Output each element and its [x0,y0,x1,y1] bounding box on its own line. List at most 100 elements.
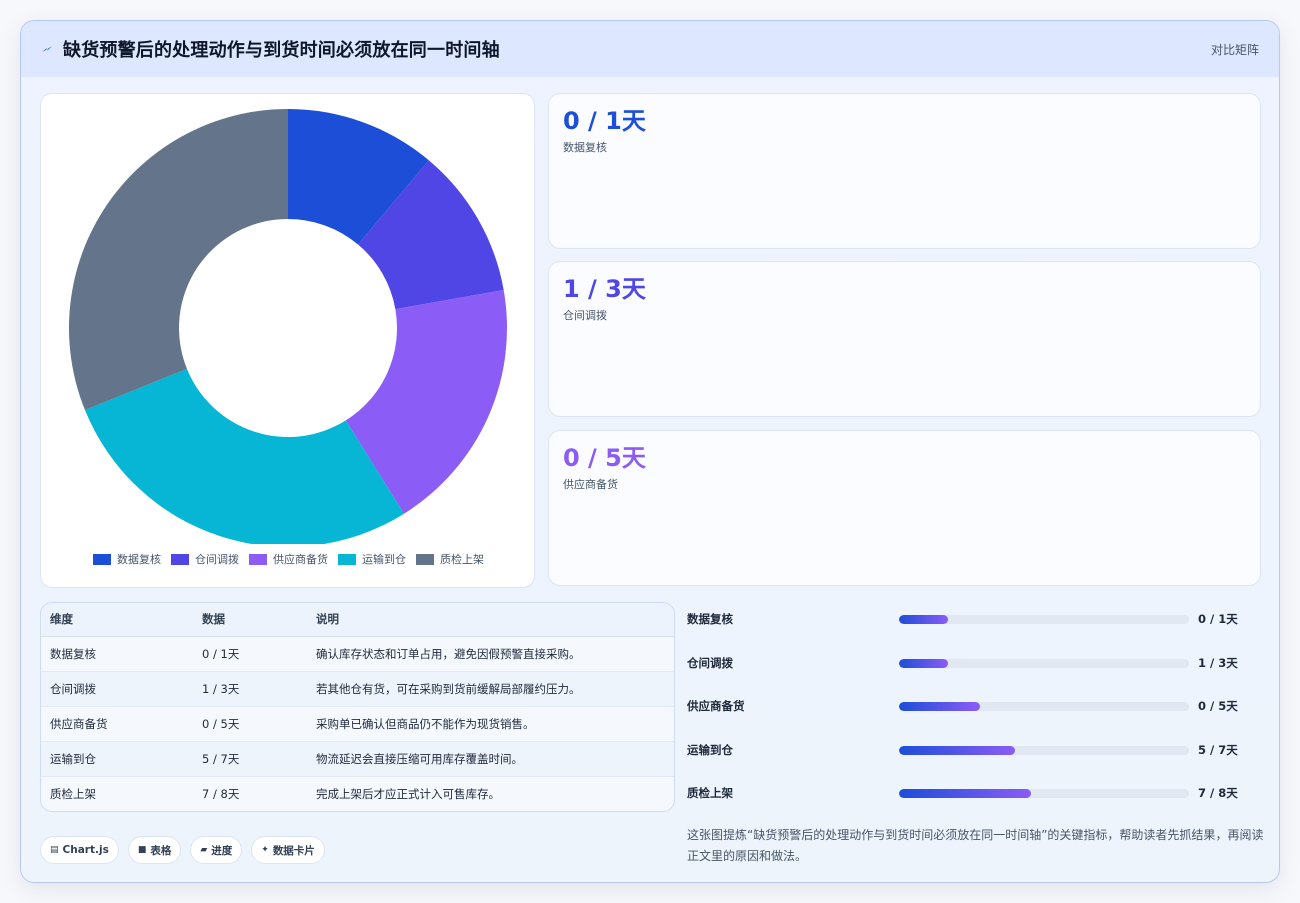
table-cell: 完成上架后才应正式计入可售库存。 [307,776,674,811]
table-cell: 0 / 1天 [193,636,307,672]
table-cell: 若其他仓有货，可在采购到货前缓解局部履约压力。 [307,671,674,707]
legend-item[interactable]: 仓间调拨 [171,551,239,567]
chart-legend: 数据复核 仓间调拨 供应商备货 运输到仓 质检上架 [41,551,536,567]
legend-swatch [416,553,434,565]
progress-fill [899,701,981,711]
progress-track [899,745,1189,755]
column-header-data: 数据 [193,603,307,637]
progress-row: 数据复核 0 / 1天 [687,609,1267,629]
legend-item[interactable]: 运输到仓 [338,551,406,567]
table-cell: 确认库存状态和订单占用，避免因假预警直接采购。 [307,636,674,672]
progress-fill [899,614,949,624]
progress-track [899,701,1189,711]
tag-chips: ▤ Chart.js ■ 表格 ▰ 进度 ✦ 数据卡片 [40,836,325,864]
chip-label: 表格 [150,844,172,857]
table-row: 运输到仓 5 / 7天 物流延迟会直接压缩可用库存覆盖时间。 [41,741,674,777]
table-cell: 仓间调拨 [41,671,193,707]
sparkle-icon: ✦ [261,845,269,855]
progress-value: 7 / 8天 [1198,786,1238,800]
progress-fill [899,745,1015,755]
compare-matrix-link[interactable]: 对比矩阵 [1211,41,1259,58]
card-header: 缺货预警后的处理动作与到货时间必须放在同一时间轴 对比矩阵 [21,21,1279,77]
legend-item[interactable]: 供应商备货 [249,551,328,567]
legend-swatch [171,553,189,565]
chip-data-cards[interactable]: ✦ 数据卡片 [251,836,325,864]
stat-card-data-review: 0 / 1天 数据复核 [548,93,1261,249]
donut-chart-panel: 数据复核 仓间调拨 供应商备货 运输到仓 质检上架 [40,93,535,588]
chart-icon: ▤ [50,845,59,855]
column-header-dimension: 维度 [41,603,193,637]
legend-swatch [93,553,111,565]
progress-value: 1 / 3天 [1198,656,1238,670]
progress-value: 5 / 7天 [1198,743,1238,757]
table-row: 仓间调拨 1 / 3天 若其他仓有货，可在采购到货前缓解局部履约压力。 [41,671,674,707]
page-title: 缺货预警后的处理动作与到货时间必须放在同一时间轴 [63,40,500,61]
progress-value: 0 / 5天 [1198,699,1238,713]
legend-swatch [249,553,267,565]
table-icon: ■ [137,845,147,855]
progress-fill [899,788,1031,798]
table-row: 数据复核 0 / 1天 确认库存状态和订单占用，避免因假预警直接采购。 [41,636,674,672]
table-cell: 采购单已确认但商品仍不能作为现货销售。 [307,706,674,742]
progress-row: 运输到仓 5 / 7天 [687,740,1267,760]
progress-label: 质检上架 [687,786,733,800]
legend-label: 仓间调拨 [195,553,239,566]
donut-slice-4[interactable] [84,368,405,544]
table-cell: 供应商备货 [41,706,193,742]
column-header-description: 说明 [307,603,674,637]
progress-track [899,614,1189,624]
stat-label: 仓间调拨 [563,309,607,322]
chip-label: Chart.js [62,844,109,856]
table-cell: 0 / 5天 [193,706,307,742]
table-cell: 质检上架 [41,776,193,811]
comparison-table: 维度 数据 说明 数据复核 0 / 1天 确认库存状态和订单占用，避免因假预警直… [40,602,675,812]
header-title-group: 缺货预警后的处理动作与到货时间必须放在同一时间轴 [41,36,500,62]
chip-chartjs[interactable]: ▤ Chart.js [40,836,119,864]
legend-swatch [338,553,356,565]
progress-label: 运输到仓 [687,743,733,757]
chip-progress[interactable]: ▰ 进度 [190,836,243,864]
table-cell: 物流延迟会直接压缩可用库存覆盖时间。 [307,741,674,777]
stat-card-warehouse-transfer: 1 / 3天 仓间调拨 [548,261,1261,417]
summary-note: 这张图提炼“缺货预警后的处理动作与到货时间必须放在同一时间轴”的关键指标，帮助读… [687,828,1264,863]
progress-track [899,788,1189,798]
stat-label: 数据复核 [563,141,607,154]
table-cell: 数据复核 [41,636,193,672]
table-row: 供应商备货 0 / 5天 采购单已确认但商品仍不能作为现货销售。 [41,706,674,742]
stat-value: 1 / 3天 [563,275,646,303]
progress-label: 供应商备货 [687,699,745,713]
legend-item[interactable]: 数据复核 [93,551,161,567]
bolt-icon [42,46,52,52]
progress-row: 供应商备货 0 / 5天 [687,696,1267,716]
table-row: 质检上架 7 / 8天 完成上架后才应正式计入可售库存。 [41,776,674,811]
table-cell: 运输到仓 [41,741,193,777]
table-cell: 7 / 8天 [193,776,307,811]
progress-fill [899,658,949,668]
stat-value: 0 / 5天 [563,444,646,472]
progress-row: 仓间调拨 1 / 3天 [687,653,1267,673]
chip-label: 数据卡片 [272,844,315,857]
chip-table[interactable]: ■ 表格 [127,836,182,864]
progress-icon: ▰ [200,845,208,855]
legend-label: 供应商备货 [273,553,328,566]
table-header-row: 维度 数据 说明 [41,603,674,637]
progress-row: 质检上架 7 / 8天 [687,783,1267,803]
donut-slice-5[interactable] [69,109,288,411]
table-cell: 1 / 3天 [193,671,307,707]
dashboard-card: 缺货预警后的处理动作与到货时间必须放在同一时间轴 对比矩阵 数据复核 仓间调拨 供应… [20,20,1280,883]
chip-label: 进度 [211,844,233,857]
legend-item[interactable]: 质检上架 [416,551,484,567]
progress-list: 数据复核 0 / 1天 仓间调拨 1 / 3天 供应商备货 0 / 5天 运输到… [687,603,1267,803]
progress-value: 0 / 1天 [1198,612,1238,626]
progress-label: 数据复核 [687,612,733,626]
stat-value: 0 / 1天 [563,107,646,135]
table-cell: 5 / 7天 [193,741,307,777]
stat-card-supplier-stock: 0 / 5天 供应商备货 [548,430,1261,586]
progress-track [899,658,1189,668]
legend-label: 质检上架 [440,553,484,566]
legend-label: 运输到仓 [362,553,406,566]
stat-label: 供应商备货 [563,478,618,491]
donut-chart [69,109,507,544]
legend-label: 数据复核 [117,553,161,566]
progress-label: 仓间调拨 [687,656,733,670]
